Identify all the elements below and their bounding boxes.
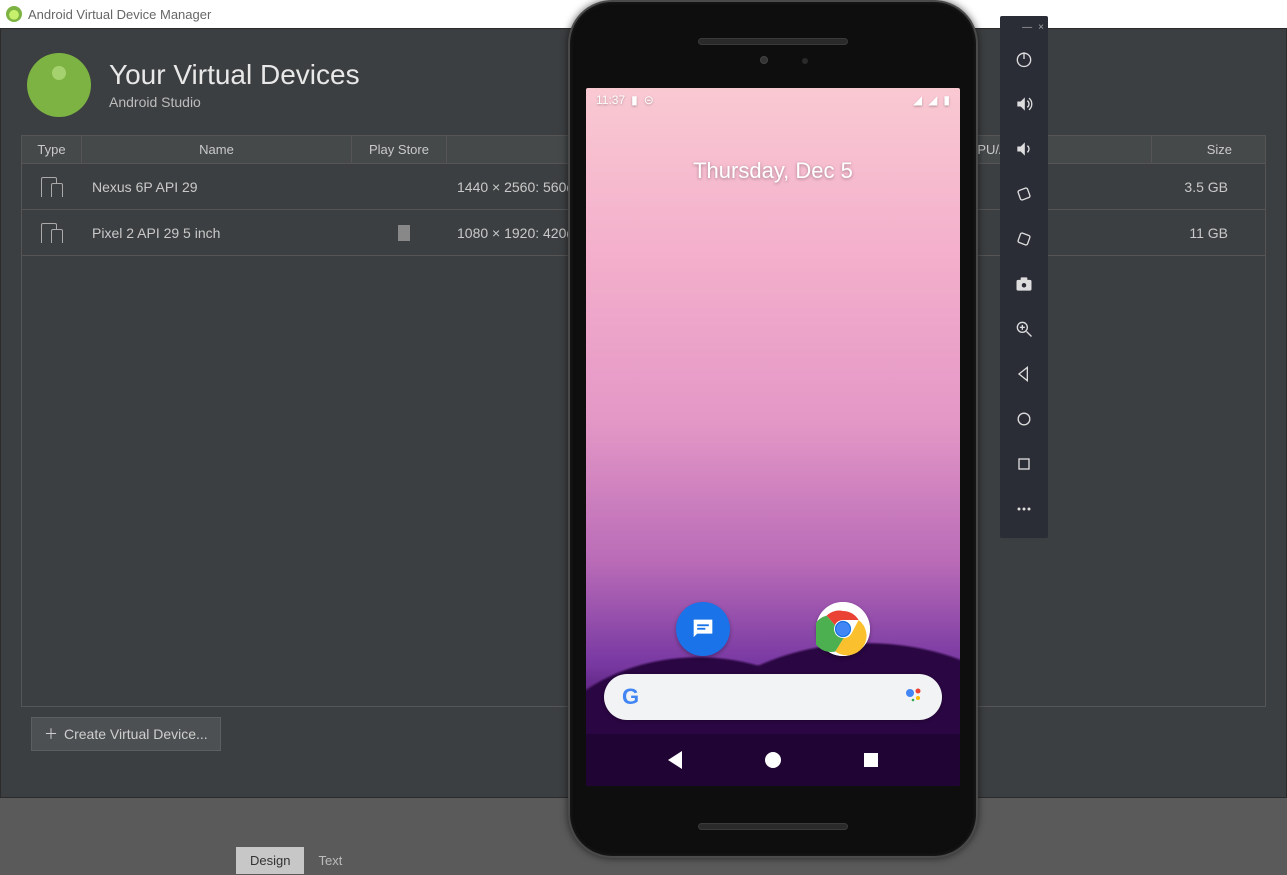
create-virtual-device-button[interactable]: ＋ Create Virtual Device... [31,717,221,751]
create-button-label: Create Virtual Device... [64,726,208,742]
page-title: Your Virtual Devices [109,60,360,91]
phone-camera [760,56,768,64]
phone-screen[interactable]: 11:37 ▮ ⊝ ◢ ◢ ▮ Thursday, Dec 5 [586,88,960,786]
overview-button[interactable] [1000,441,1048,486]
power-button[interactable] [1000,36,1048,81]
google-search-bar[interactable]: G [604,674,942,720]
window-title: Android Virtual Device Manager [28,7,211,22]
wifi-icon: ◢ [913,93,922,107]
emulator-toolbar[interactable]: — × [1000,16,1048,538]
col-type[interactable]: Type [22,136,82,164]
nav-back-button[interactable] [668,751,682,769]
page-subtitle: Android Studio [109,94,360,110]
play-store-icon [398,225,410,241]
android-studio-logo [27,53,91,117]
tab-design[interactable]: Design [236,847,304,874]
toolbar-close-button[interactable]: × [1038,22,1044,33]
phone-speaker-bottom [698,823,848,830]
plus-icon: ＋ [44,724,58,744]
home-date-widget[interactable]: Thursday, Dec 5 [586,158,960,184]
battery-icon: ▮ [943,93,950,107]
android-status-bar[interactable]: 11:37 ▮ ⊝ ◢ ◢ ▮ [586,88,960,112]
rotate-right-button[interactable] [1000,216,1048,261]
android-nav-bar [586,734,960,786]
zoom-button[interactable] [1000,306,1048,351]
device-size: 3.5 GB [1152,179,1242,195]
phone-frame: 11:37 ▮ ⊝ ◢ ◢ ▮ Thursday, Dec 5 [568,0,978,858]
messages-app-icon[interactable] [676,602,730,656]
nav-overview-button[interactable] [864,753,878,767]
editor-tabs: Design Text [236,845,356,875]
emulator-window[interactable]: 11:37 ▮ ⊝ ◢ ◢ ▮ Thursday, Dec 5 [568,0,978,858]
play-store-cell [352,225,447,241]
back-button[interactable] [1000,351,1048,396]
status-time: 11:37 [596,93,625,107]
home-button[interactable] [1000,396,1048,441]
rotate-left-button[interactable] [1000,171,1048,216]
app-dock [586,602,960,656]
device-name: Nexus 6P API 29 [82,179,352,195]
nav-home-button[interactable] [765,752,781,768]
notification-icon: ▮ [631,93,638,107]
volume-down-button[interactable] [1000,126,1048,171]
phone-speaker-top [698,38,848,45]
screenshot-button[interactable] [1000,261,1048,306]
signal-icon: ◢ [928,93,937,107]
phone-sensor [802,58,808,64]
col-play-store[interactable]: Play Store [352,136,447,164]
chrome-app-icon[interactable] [816,602,870,656]
device-size: 11 GB [1152,225,1242,241]
col-actions [1242,136,1266,164]
col-name[interactable]: Name [82,136,352,164]
tab-text[interactable]: Text [304,847,356,874]
google-logo-icon: G [622,684,639,710]
toolbar-minimize-button[interactable]: — [1022,22,1032,33]
android-studio-icon [6,6,22,22]
col-size[interactable]: Size [1152,136,1242,164]
device-type-icon [41,177,63,197]
volume-up-button[interactable] [1000,81,1048,126]
assistant-icon[interactable] [904,685,924,710]
device-name: Pixel 2 API 29 5 inch [82,225,352,241]
do-not-disturb-icon: ⊝ [644,93,654,107]
more-button[interactable] [1000,486,1048,531]
device-type-icon [41,223,63,243]
